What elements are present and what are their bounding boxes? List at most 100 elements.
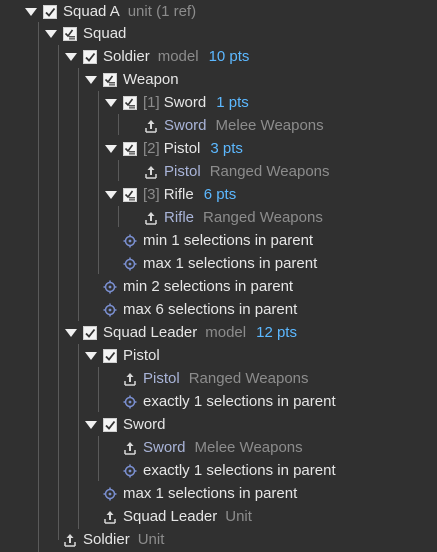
expand-caret-icon[interactable] [25, 7, 37, 16]
checkbox-icon[interactable] [103, 349, 117, 363]
tree-row-constraint[interactable]: exactly 1 selections in parent [123, 390, 336, 413]
tree-row-soldier[interactable]: Soldier model 10 pts [65, 45, 249, 68]
constraint-text: exactly 1 selections in parent [143, 462, 336, 479]
checkbox-icon[interactable] [83, 50, 97, 64]
node-name: Squad [83, 25, 127, 42]
tree-row-squad-leader[interactable]: Squad Leader model 12 pts [65, 321, 297, 344]
tree-row-squad-a[interactable]: Squad A unit (1 ref) [25, 0, 196, 23]
tree-row-sword-link[interactable]: Sword Melee Weapons [144, 114, 324, 137]
link-name[interactable]: Soldier [83, 528, 130, 551]
tree-guide-line [58, 45, 59, 540]
link-category: Melee Weapons [194, 439, 303, 456]
expand-caret-icon[interactable] [105, 190, 117, 199]
points-value: 10 pts [208, 48, 250, 65]
tree-row-leader-pistol[interactable]: Pistol [85, 344, 160, 367]
constraint-icon [123, 234, 137, 248]
tree-guide-line [78, 68, 79, 321]
node-name: Sword [123, 416, 166, 433]
expand-caret-icon[interactable] [65, 328, 77, 337]
link-category: Ranged Weapons [203, 209, 323, 226]
tree-row-leader-sword-link[interactable]: Sword Melee Weapons [123, 436, 303, 459]
constraint-text: max 1 selections in parent [123, 485, 298, 502]
node-kind: model [157, 48, 199, 65]
tree-row-constraint[interactable]: max 1 selections in parent [123, 252, 317, 275]
node-name: Soldier [103, 48, 150, 65]
expand-caret-icon[interactable] [45, 29, 57, 38]
tree-guide-line [118, 206, 119, 227]
tree-row-leader-pistol-link[interactable]: Pistol Ranged Weapons [123, 367, 309, 390]
checklist-icon[interactable] [123, 188, 137, 202]
tree-row-rifle-option[interactable]: [3] Rifle 6 pts [105, 183, 236, 206]
entry-link-icon [144, 211, 158, 225]
link-category: Melee Weapons [215, 117, 324, 134]
tree-guide-line [38, 22, 39, 552]
link-name[interactable]: Rifle [164, 206, 194, 229]
link-name[interactable]: Squad Leader [123, 505, 217, 528]
tree-row-constraint[interactable]: min 1 selections in parent [123, 229, 313, 252]
entry-link-icon [144, 119, 158, 133]
constraint-icon [123, 395, 137, 409]
node-name: Squad Leader [103, 324, 198, 341]
constraint-icon [103, 303, 117, 317]
constraint-text: min 2 selections in parent [123, 278, 294, 295]
tree-row-leader-unit-link[interactable]: Squad Leader Unit [103, 505, 252, 528]
expand-caret-icon[interactable] [105, 98, 117, 107]
points-value: 6 pts [203, 186, 237, 203]
constraint-icon [123, 257, 137, 271]
tree-guide-line [98, 91, 99, 274]
tree-row-constraint[interactable]: max 1 selections in parent [103, 482, 297, 505]
tree-guide-line [98, 436, 99, 481]
constraint-icon [103, 487, 117, 501]
link-category: Ranged Weapons [209, 163, 330, 180]
checklist-icon[interactable] [123, 142, 137, 156]
node-kind: model [205, 324, 247, 341]
points-value: 12 pts [256, 324, 297, 341]
tree-row-soldier-unit-link[interactable]: Soldier Unit [63, 528, 164, 551]
constraint-text: min 1 selections in parent [143, 232, 314, 249]
checklist-icon[interactable] [103, 73, 117, 87]
tree-row-pistol-option[interactable]: [2] Pistol 3 pts [105, 137, 243, 160]
tree-row-rifle-link[interactable]: Rifle Ranged Weapons [144, 206, 323, 229]
link-name[interactable]: Sword [143, 436, 186, 459]
points-value: 3 pts [210, 140, 243, 157]
link-kind: Unit [225, 508, 252, 525]
entry-link-icon [144, 165, 158, 179]
tree-row-leader-sword[interactable]: Sword [85, 413, 166, 436]
link-name[interactable]: Sword [164, 114, 207, 137]
expand-caret-icon[interactable] [105, 144, 117, 153]
tree-row-weapon[interactable]: Weapon [85, 68, 179, 91]
tree-guide-line [118, 114, 119, 135]
constraint-text: max 6 selections in parent [123, 301, 298, 318]
tree-row-constraint[interactable]: exactly 1 selections in parent [123, 459, 336, 482]
checkbox-icon[interactable] [83, 326, 97, 340]
checklist-icon[interactable] [123, 96, 137, 110]
constraint-text: exactly 1 selections in parent [143, 393, 336, 410]
checkbox-icon[interactable] [103, 418, 117, 432]
expand-caret-icon[interactable] [65, 52, 77, 61]
entry-link-icon [123, 372, 137, 386]
tree-guide-line [98, 367, 99, 412]
tree-row-pistol-link[interactable]: Pistol Ranged Weapons [144, 160, 330, 183]
node-name: Rifle [163, 186, 194, 203]
node-name: Weapon [123, 71, 179, 88]
node-name: Sword [163, 94, 207, 111]
tree-row-sword-option[interactable]: [1] Sword 1 pts [105, 91, 249, 114]
tree-row-constraint[interactable]: max 6 selections in parent [103, 298, 297, 321]
tree-guide-line [118, 160, 119, 181]
constraint-icon [103, 280, 117, 294]
link-name[interactable]: Pistol [164, 160, 201, 183]
node-name: Pistol [163, 140, 201, 157]
option-index: [3] [143, 186, 160, 203]
option-index: [1] [143, 94, 160, 111]
tree-row-squad[interactable]: Squad [45, 22, 126, 45]
node-name: Pistol [123, 347, 160, 364]
expand-caret-icon[interactable] [85, 420, 97, 429]
constraint-text: max 1 selections in parent [143, 255, 318, 272]
link-name[interactable]: Pistol [143, 367, 180, 390]
checkbox-icon[interactable] [43, 5, 57, 19]
expand-caret-icon[interactable] [85, 351, 97, 360]
expand-caret-icon[interactable] [85, 75, 97, 84]
checklist-icon[interactable] [63, 27, 77, 41]
entry-link-icon [123, 441, 137, 455]
tree-row-constraint[interactable]: min 2 selections in parent [103, 275, 293, 298]
